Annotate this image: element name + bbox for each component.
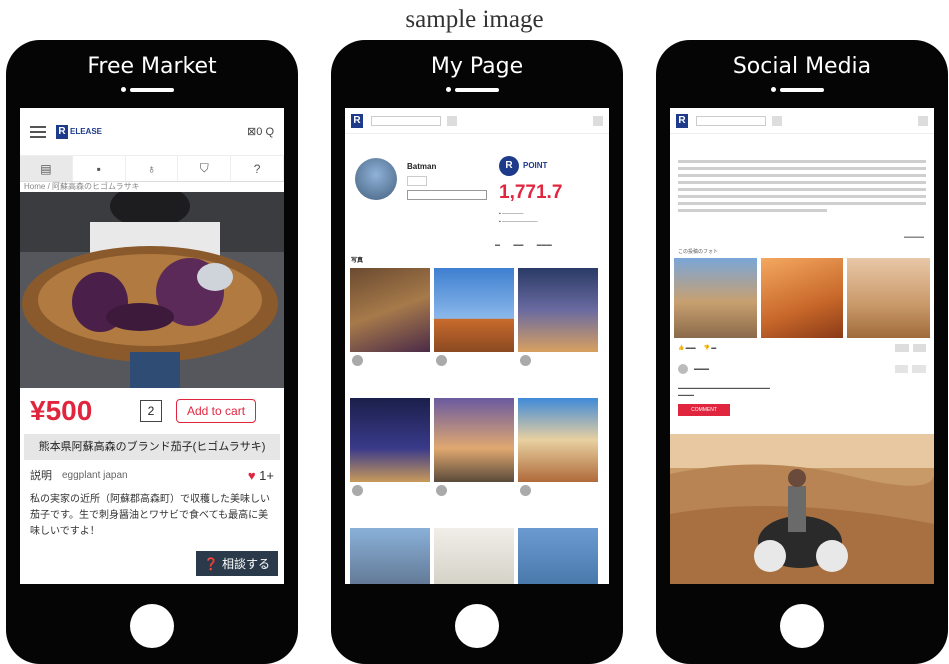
share-button[interactable]	[895, 344, 909, 352]
lightbulb-icon[interactable]: ♁	[126, 156, 179, 181]
photo-card[interactable]	[518, 398, 598, 524]
post-text	[670, 148, 934, 234]
list-icon[interactable]: ▤	[20, 156, 73, 181]
avatar[interactable]	[355, 158, 397, 200]
photo-card[interactable]	[350, 268, 430, 394]
like-count: 1+	[259, 467, 274, 483]
consult-button[interactable]: ❓ 相談する	[195, 551, 278, 576]
post-photo[interactable]	[674, 258, 757, 338]
point-logo-icon: R	[499, 156, 519, 176]
speaker	[121, 87, 174, 92]
speaker	[771, 87, 824, 92]
description-label: 説明	[30, 470, 52, 482]
dislike-icon[interactable]: 👎 ▬	[704, 345, 717, 351]
add-to-cart-button[interactable]: Add to cart	[176, 399, 257, 423]
user-icon[interactable]	[593, 115, 603, 126]
menu-icon[interactable]	[30, 125, 46, 138]
photo-card[interactable]	[434, 268, 514, 394]
photo-card[interactable]	[350, 528, 430, 584]
post-main-image	[670, 434, 934, 584]
speaker	[446, 87, 499, 92]
save-button[interactable]	[912, 344, 926, 352]
section-label: 写真	[351, 258, 364, 264]
profile-section: Batman R POINT 1,771.7 ▪ ────── ▪ ───────…	[345, 148, 609, 254]
screen: R ELEASE ⊠0 Q ▤ ▪ ♁ ⛉ ? Home / 阿蘇高森のヒゴムラ…	[20, 108, 284, 584]
chat-icon[interactable]: ▪	[73, 156, 126, 181]
caption: sample image	[405, 6, 544, 33]
phone-my-page: My Page R Batman R POINT 1,771.7 ▪ ─────…	[331, 40, 623, 664]
product-title: 熊本県阿蘇高森のブランド茄子(ヒゴムラサキ)	[24, 434, 280, 460]
home-button[interactable]	[130, 604, 174, 648]
meta-row: 説明 eggplant japan ♥ 1+	[20, 460, 284, 490]
consult-label: 相談する	[221, 557, 270, 571]
help-icon: ❓	[203, 557, 219, 571]
logo-icon: R	[351, 113, 363, 128]
logo-icon: R	[56, 124, 68, 139]
profile-chip	[407, 176, 427, 186]
price-row: ¥500 2 Add to cart	[20, 388, 284, 434]
comment-text: ▬▬▬▬▬▬▬▬▬▬▬▬▬▬▬▬▬▬▬▬▬▬▬ ▬▬▬▬	[678, 385, 770, 397]
logo-text: ELEASE	[70, 127, 103, 136]
user-icon[interactable]	[918, 115, 928, 126]
phone-title: My Page	[430, 54, 524, 79]
seller-name[interactable]: eggplant japan	[62, 470, 128, 481]
nav-bar[interactable]	[345, 134, 609, 148]
photo-card[interactable]	[434, 528, 514, 584]
follow-button[interactable]	[407, 190, 487, 200]
search-input[interactable]	[696, 115, 766, 126]
more-button[interactable]	[912, 365, 926, 373]
quantity-input[interactable]: 2	[140, 400, 162, 422]
read-more-link[interactable]: ▬▬▬▬	[670, 234, 934, 244]
photo-card[interactable]	[518, 268, 598, 394]
shield-icon[interactable]: ⛉	[178, 156, 232, 181]
photo-card[interactable]	[434, 398, 514, 524]
help-icon[interactable]: ?	[231, 156, 284, 181]
comment-button[interactable]: COMMENT	[678, 404, 730, 416]
phone-title: Social Media	[732, 54, 872, 79]
avatar[interactable]	[678, 364, 688, 374]
heart-icon: ♥	[247, 467, 256, 483]
photos-label: この投稿のフォト	[678, 249, 719, 255]
profile-tabs[interactable]: ▬ ▬▬ ▬▬▬	[495, 242, 552, 248]
screen: R ▬▬▬▬ この投稿のフォト 👍 ▬▬ 👎 ▬ ▬▬▬ ▬▬▬▬▬▬▬▬▬▬▬…	[670, 108, 934, 584]
profile-name: Batman	[407, 162, 437, 171]
photo-card[interactable]	[350, 398, 430, 524]
header: R	[670, 108, 934, 134]
point-value: 1,771.7	[499, 182, 563, 203]
price: ¥500	[30, 395, 93, 426]
search-icon[interactable]	[447, 115, 457, 126]
product-image	[20, 192, 284, 388]
photo-grid	[345, 268, 609, 584]
home-button[interactable]	[780, 604, 824, 648]
point-label: POINT	[523, 161, 548, 170]
cart-search-icons[interactable]: ⊠0 Q	[247, 125, 274, 138]
post-photo[interactable]	[760, 258, 844, 338]
screen: R Batman R POINT 1,771.7 ▪ ────── ▪ ─────…	[345, 108, 609, 584]
phone-free-market: Free Market R ELEASE ⊠0 Q ▤ ▪ ♁ ⛉ ? Home…	[6, 40, 298, 664]
nav-bar[interactable]	[670, 134, 934, 148]
home-button[interactable]	[455, 604, 499, 648]
search-icon[interactable]	[772, 115, 782, 126]
like-button[interactable]: ♥ 1+	[248, 468, 274, 483]
header: R	[345, 108, 609, 134]
search-input[interactable]	[371, 115, 441, 126]
photo-strip	[670, 258, 934, 338]
post-photo[interactable]	[847, 258, 931, 338]
follow-button[interactable]	[894, 365, 909, 373]
logo-icon: R	[676, 113, 688, 128]
comment-author-row: ▬▬▬	[670, 358, 934, 380]
icon-bar: ▤ ▪ ♁ ⛉ ?	[20, 156, 284, 182]
reaction-bar: 👍 ▬▬ 👎 ▬	[670, 338, 934, 358]
header: R ELEASE ⊠0 Q	[20, 108, 284, 156]
product-description: 私の実家の近所（阿蘇郡高森町）で収穫した美味しい茄子です。生で刺身醤油とワサビで…	[30, 494, 270, 537]
author-name[interactable]: ▬▬▬	[694, 366, 709, 372]
follow-stats: ▪ ────── ▪ ──────────	[499, 211, 538, 225]
breadcrumb[interactable]: Home / 阿蘇高森のヒゴムラサキ	[20, 182, 284, 192]
photo-card[interactable]	[518, 528, 598, 584]
phone-title: Free Market	[87, 54, 217, 79]
phone-social-media: Social Media R ▬▬▬▬ この投稿のフォト 👍 ▬▬ 👎 ▬ ▬▬…	[656, 40, 948, 664]
like-icon[interactable]: 👍 ▬▬	[678, 345, 696, 351]
